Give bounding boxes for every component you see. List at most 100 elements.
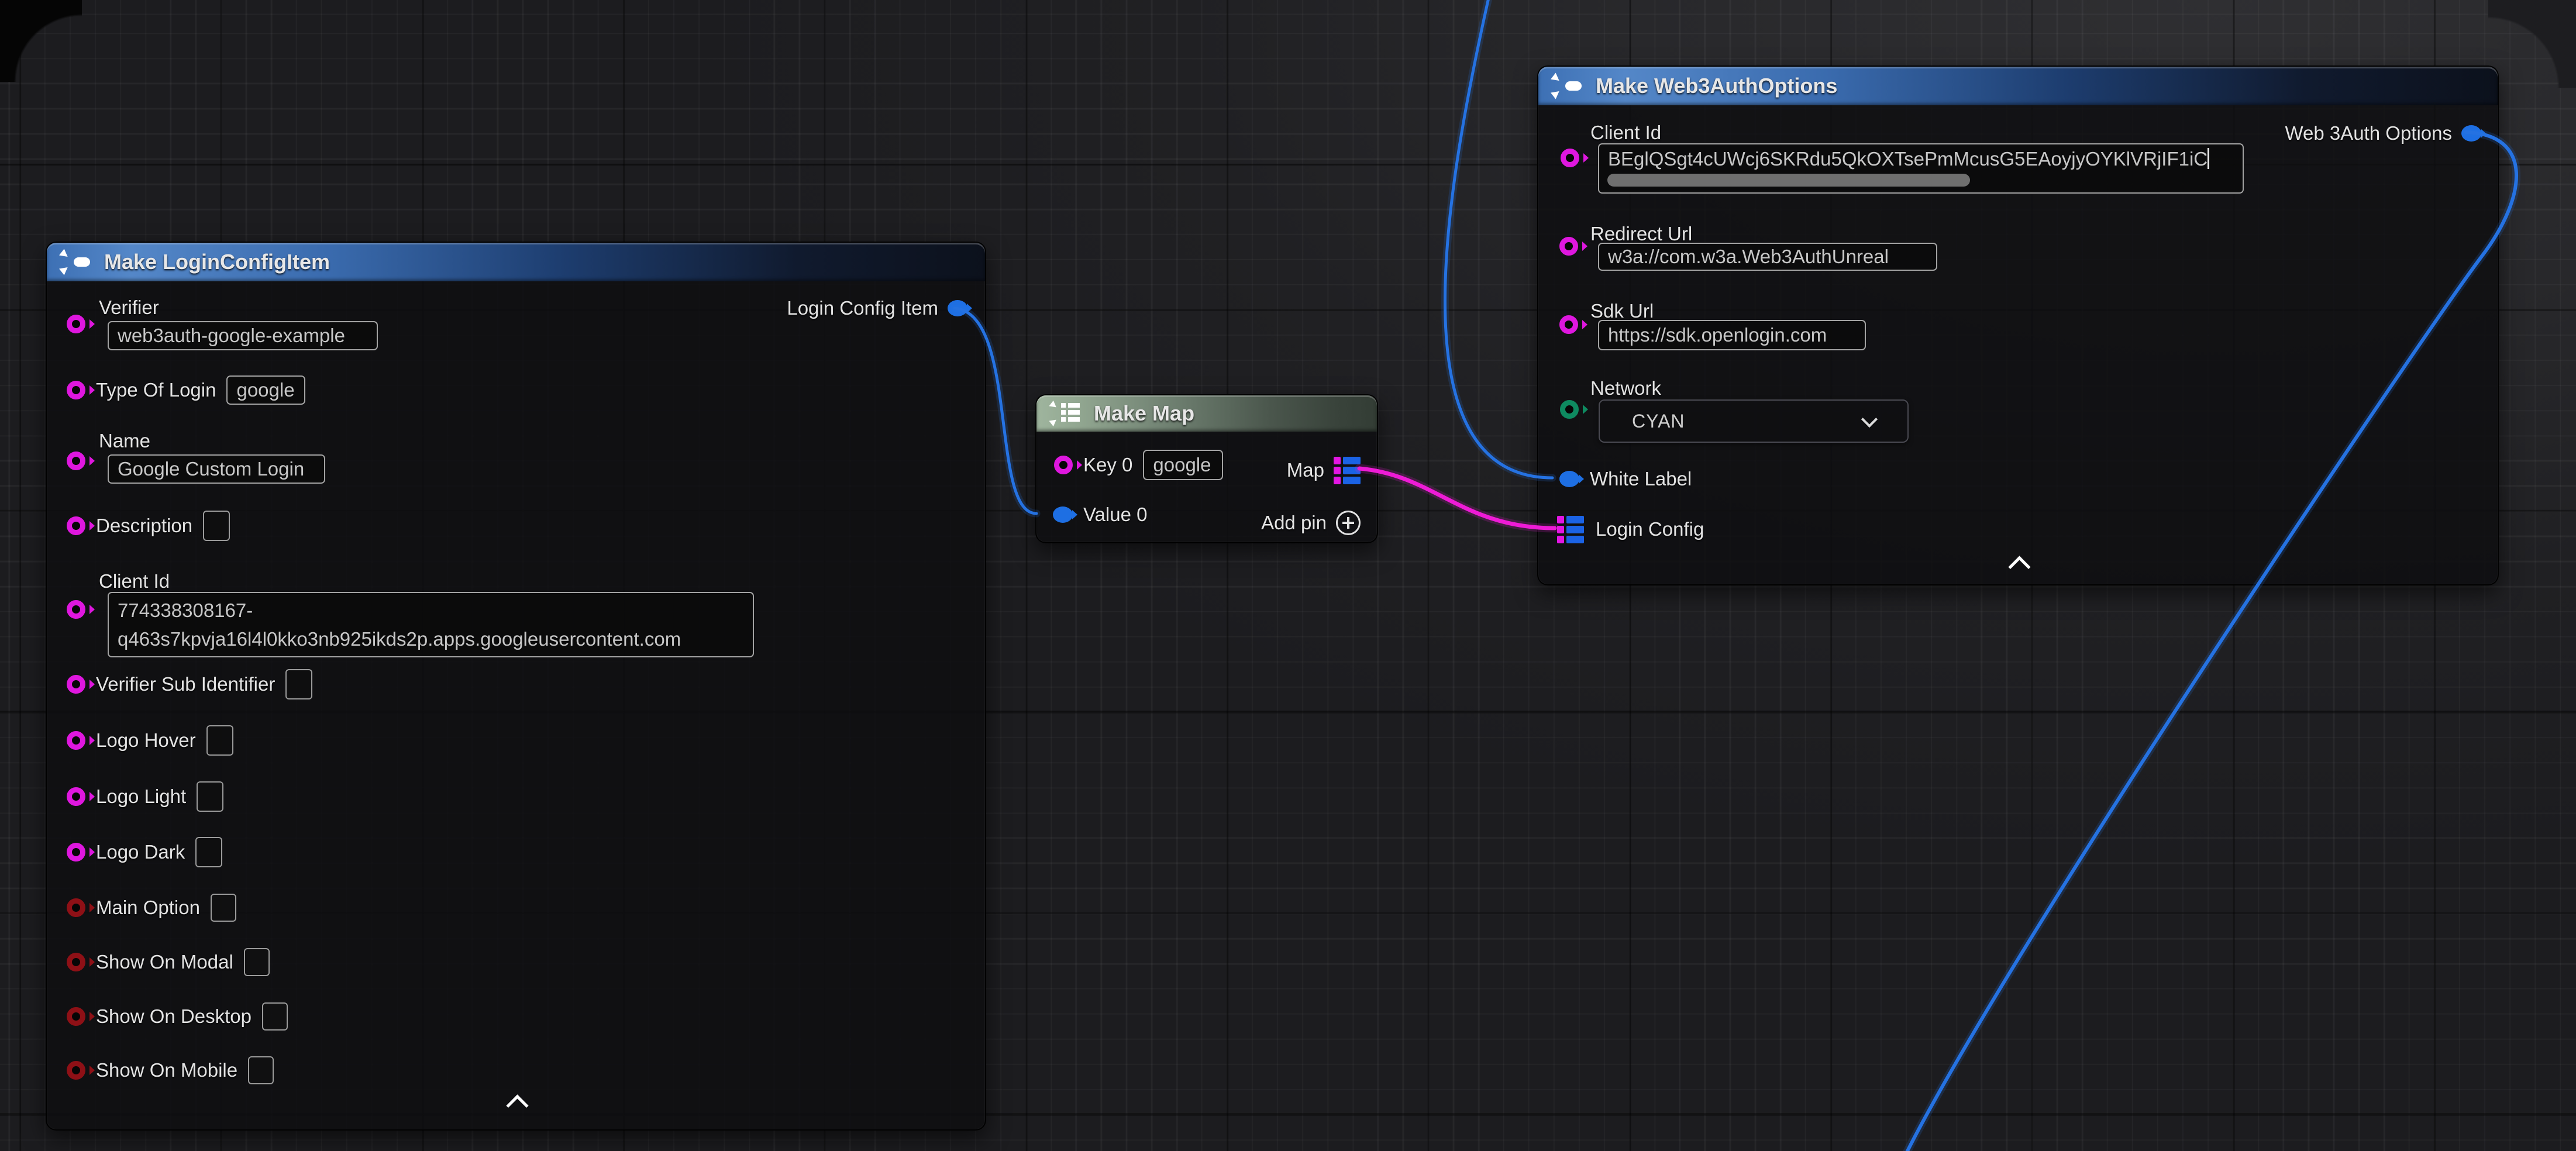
verifier-input[interactable]: web3auth-google-example	[108, 321, 378, 350]
network-pin[interactable]	[1560, 400, 1579, 419]
logo-hover-label: Logo Hover	[96, 729, 196, 752]
node-title: Make Web3AuthOptions	[1596, 74, 1837, 98]
output-pin-label: Login Config Item	[787, 297, 938, 319]
key0-row: Key 0 google	[1036, 447, 1223, 483]
name-pin[interactable]	[67, 452, 85, 470]
redirect-url-input[interactable]: w3a://com.w3a.Web3AuthUnreal	[1598, 243, 1937, 271]
output-pin-web3auth-options[interactable]	[2461, 125, 2481, 142]
make-struct-icon	[1552, 74, 1586, 98]
show-on-modal-row: Show On Modal	[47, 945, 270, 980]
node-make-loginconfigitem[interactable]: Make LoginConfigItem Login Config Item V…	[46, 242, 986, 1131]
verifier-label: Verifier	[99, 297, 159, 319]
verifier-pin[interactable]	[67, 315, 85, 333]
blueprint-graph-canvas[interactable]: Make LoginConfigItem Login Config Item V…	[0, 0, 2576, 1151]
redirect-url-pin[interactable]	[1559, 237, 1578, 256]
node-title: Make Map	[1094, 401, 1194, 426]
sdk-url-pin[interactable]	[1559, 315, 1578, 334]
type-of-login-input[interactable]: google	[226, 375, 305, 405]
login-config-row: Login Config	[1538, 512, 1704, 547]
add-pin-plus-icon[interactable]	[1336, 511, 1361, 535]
node-make-map[interactable]: Make Map Key 0 google Map Value 0 Add pi…	[1035, 394, 1378, 543]
show-on-mobile-checkbox[interactable]	[248, 1056, 274, 1084]
login-config-label: Login Config	[1596, 518, 1704, 540]
key0-label: Key 0	[1083, 454, 1132, 476]
client-id-input[interactable]: BEglQSgt4cUWcj6SKRdu5QkOXTsePmMcusG5EAoy…	[1598, 143, 2244, 194]
show-on-desktop-checkbox[interactable]	[262, 1002, 288, 1031]
wire-map-to-login-config[interactable]	[1359, 468, 1555, 528]
logo-dark-pin[interactable]	[67, 843, 85, 861]
main-option-pin[interactable]	[67, 898, 85, 917]
redirect-url-label: Redirect Url	[1590, 223, 1692, 245]
add-pin-label: Add pin	[1261, 512, 1327, 534]
text-caret	[2207, 148, 2209, 169]
description-pin[interactable]	[67, 516, 85, 535]
key0-input[interactable]: google	[1143, 450, 1223, 480]
verifier-sub-identifier-row: Verifier Sub Identifier	[47, 667, 312, 702]
verifier-sub-identifier-input[interactable]	[285, 669, 312, 699]
white-label-row: White Label	[1538, 461, 1692, 497]
main-option-checkbox[interactable]	[211, 894, 236, 922]
network-dropdown[interactable]: CYAN	[1599, 399, 1909, 443]
node-header-make-loginconfigitem[interactable]: Make LoginConfigItem	[47, 243, 985, 281]
horizontal-scrollbar-thumb[interactable]	[1607, 174, 1970, 187]
key0-pin[interactable]	[1054, 456, 1073, 474]
logo-hover-row: Logo Hover	[47, 723, 233, 758]
map-output-row: Map	[1287, 453, 1361, 488]
white-label-pin[interactable]	[1559, 471, 1579, 487]
logo-light-input[interactable]	[197, 781, 223, 812]
node-title: Make LoginConfigItem	[104, 250, 330, 274]
type-of-login-label: Type Of Login	[96, 379, 216, 401]
logo-dark-input[interactable]	[195, 837, 222, 867]
client-id-input[interactable]: 774338308167- q463s7kpvja16l4l0kko3nb925…	[108, 592, 754, 657]
output-pin-label: Web 3Auth Options	[2285, 122, 2452, 144]
client-id-label: Client Id	[99, 570, 170, 592]
show-on-mobile-pin[interactable]	[67, 1061, 85, 1080]
make-struct-icon	[61, 250, 95, 274]
wire-glow	[1359, 468, 1555, 528]
white-label-label: White Label	[1590, 468, 1692, 490]
node-header-make-web3authoptions[interactable]: Make Web3AuthOptions	[1538, 67, 2498, 105]
node-make-web3authoptions[interactable]: Make Web3AuthOptions Web 3Auth Options C…	[1537, 66, 2499, 585]
login-config-pin[interactable]	[1557, 516, 1584, 543]
output-pin-login-config-item[interactable]	[948, 300, 967, 316]
type-of-login-pin[interactable]	[67, 381, 85, 399]
show-on-modal-checkbox[interactable]	[244, 948, 270, 976]
output-row-login-config-item: Login Config Item	[787, 291, 967, 326]
verifier-sub-identifier-pin[interactable]	[67, 675, 85, 694]
make-map-icon	[1051, 401, 1084, 426]
show-on-modal-pin[interactable]	[67, 953, 85, 971]
show-on-desktop-pin[interactable]	[67, 1007, 85, 1026]
name-label: Name	[99, 430, 150, 452]
main-option-label: Main Option	[96, 897, 200, 919]
client-id-label: Client Id	[1590, 122, 1661, 144]
name-input[interactable]: Google Custom Login	[108, 454, 325, 484]
node-header-make-map[interactable]: Make Map	[1036, 395, 1377, 432]
wire-glow	[1445, 0, 1552, 478]
collapse-node-chevron-icon[interactable]	[506, 1094, 528, 1116]
show-on-desktop-row: Show On Desktop	[47, 999, 288, 1034]
client-id-pin[interactable]	[1561, 149, 1579, 167]
logo-light-pin[interactable]	[67, 787, 85, 806]
client-id-pin[interactable]	[67, 600, 85, 619]
logo-dark-label: Logo Dark	[96, 841, 185, 863]
sdk-url-label: Sdk Url	[1590, 300, 1654, 322]
description-input[interactable]	[203, 511, 230, 541]
logo-light-label: Logo Light	[96, 785, 186, 808]
logo-hover-pin[interactable]	[67, 731, 85, 750]
sdk-url-input[interactable]: https://sdk.openlogin.com	[1598, 320, 1866, 350]
logo-light-row: Logo Light	[47, 779, 223, 814]
wire-offscreen-to-white-label[interactable]	[1445, 0, 1552, 478]
canvas-corner-vignette-top-left	[0, 0, 82, 82]
description-row: Description	[47, 508, 230, 543]
collapse-node-chevron-icon[interactable]	[2008, 556, 2030, 578]
verifier-sub-identifier-label: Verifier Sub Identifier	[96, 673, 275, 695]
show-on-mobile-row: Show On Mobile	[47, 1053, 274, 1088]
map-output-pin[interactable]	[1334, 457, 1361, 484]
add-pin-row[interactable]: Add pin	[1261, 505, 1361, 540]
logo-hover-input[interactable]	[206, 725, 233, 756]
logo-dark-row: Logo Dark	[47, 835, 222, 870]
network-dropdown-value: CYAN	[1632, 411, 1685, 432]
network-label: Network	[1590, 377, 1661, 399]
description-label: Description	[96, 515, 192, 537]
value0-pin[interactable]	[1053, 506, 1073, 523]
